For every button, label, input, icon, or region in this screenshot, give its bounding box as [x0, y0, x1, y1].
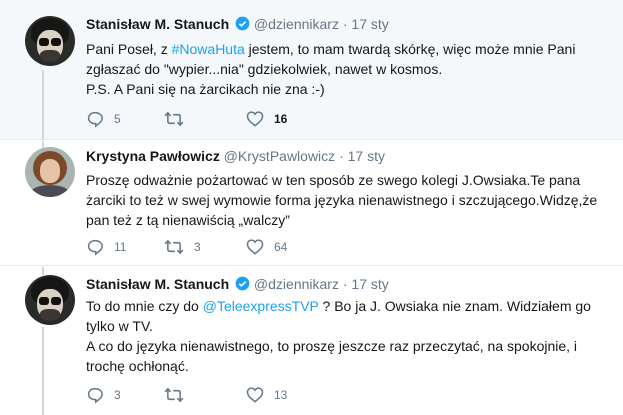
retweet-icon — [164, 111, 184, 127]
author-name[interactable]: Krystyna Pawłowicz — [86, 148, 220, 164]
text-segment: Pani Poseł, z — [86, 41, 172, 57]
tweet-header: Stanisław M. Stanuch @dziennikarz · 17 s… — [86, 16, 389, 32]
text-segment: P.S. A Pani się na żarcikach nie zna :-) — [86, 81, 325, 97]
heart-icon — [246, 111, 264, 127]
thread-connector — [42, 267, 44, 275]
reply-icon — [87, 111, 103, 128]
author-name[interactable]: Stanisław M. Stanuch — [86, 16, 229, 32]
avatar[interactable] — [25, 147, 75, 197]
like-count: 64 — [274, 239, 288, 254]
like-count: 16 — [274, 111, 288, 126]
like-count: 13 — [274, 387, 288, 402]
like-button[interactable]: 64 — [246, 238, 287, 255]
tweet-date[interactable]: 17 sty — [348, 148, 385, 164]
author-handle[interactable]: @dziennikarz — [254, 16, 339, 32]
retweet-icon — [164, 239, 184, 255]
reply-count: 3 — [114, 388, 121, 402]
hashtag-link[interactable]: #NowaHuta — [172, 41, 245, 57]
separator: · — [342, 276, 348, 292]
like-button[interactable]: 13 — [246, 386, 287, 403]
verified-badge-icon — [235, 276, 250, 291]
retweet-icon — [164, 387, 184, 403]
heart-icon — [246, 387, 264, 403]
tweet-2[interactable]: Krystyna Pawłowicz @KrystPawlowicz · 17 … — [0, 141, 623, 266]
reply-button[interactable]: 5 — [86, 110, 121, 128]
thread-connector — [42, 70, 44, 140]
tweet-text: To do mnie czy do @TeleexpressTVP ? Bo j… — [86, 296, 596, 376]
reply-icon — [87, 387, 103, 404]
tweet-3[interactable]: Stanisław M. Stanuch @dziennikarz · 17 s… — [0, 267, 623, 415]
reply-button[interactable]: 3 — [86, 386, 121, 404]
retweet-count: 3 — [194, 240, 201, 254]
reply-count: 11 — [114, 240, 127, 254]
heart-icon — [246, 239, 264, 255]
avatar[interactable] — [25, 275, 75, 325]
tweet-date[interactable]: 17 sty — [351, 16, 388, 32]
reply-icon — [87, 239, 103, 256]
mention-link[interactable]: @TeleexpressTVP — [203, 298, 319, 314]
retweet-button[interactable] — [164, 110, 194, 128]
tweet-text: Proszę odważnie pożartować w ten sposób … — [86, 170, 606, 230]
reply-button[interactable]: 11 — [86, 238, 126, 256]
like-button[interactable]: 16 — [246, 110, 287, 127]
author-handle[interactable]: @KrystPawlowicz — [224, 148, 335, 164]
text-segment: A co do języka nienawistnego, to proszę … — [86, 338, 578, 374]
tweet-1[interactable]: Stanisław M. Stanuch @dziennikarz · 17 s… — [0, 0, 623, 140]
author-name[interactable]: Stanisław M. Stanuch — [86, 276, 229, 292]
avatar[interactable] — [25, 16, 75, 66]
author-handle[interactable]: @dziennikarz — [254, 276, 339, 292]
text-segment: To do mnie czy do — [86, 298, 203, 314]
tweet-header: Stanisław M. Stanuch @dziennikarz · 17 s… — [86, 276, 389, 292]
retweet-button[interactable] — [164, 386, 194, 404]
verified-badge-icon — [235, 16, 250, 31]
reply-count: 5 — [114, 112, 121, 126]
tweet-header: Krystyna Pawłowicz @KrystPawlowicz · 17 … — [86, 148, 385, 164]
separator: · — [339, 148, 344, 164]
tweet-text: Pani Poseł, z #NowaHuta jestem, to mam t… — [86, 39, 596, 99]
tweet-date[interactable]: 17 sty — [351, 276, 388, 292]
thread-connector — [42, 327, 44, 415]
text-segment: Proszę odważnie pożartować w ten sposób … — [86, 172, 598, 228]
retweet-button[interactable]: 3 — [164, 238, 201, 256]
separator: · — [342, 16, 348, 32]
